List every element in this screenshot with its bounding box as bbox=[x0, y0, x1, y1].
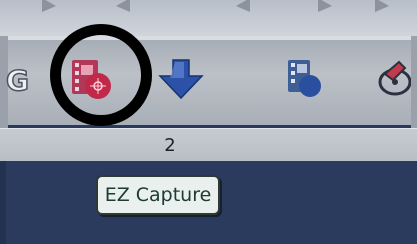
format-g-icon[interactable]: G bbox=[6, 60, 40, 100]
download-arrow-icon[interactable] bbox=[158, 58, 204, 100]
film-export-icon[interactable] bbox=[284, 56, 328, 100]
top-toolbar-strip bbox=[0, 0, 417, 36]
frame-right bbox=[411, 36, 417, 131]
svg-text:G: G bbox=[6, 64, 29, 97]
disc-burn-icon[interactable] bbox=[375, 56, 411, 100]
content-left-edge bbox=[0, 161, 6, 244]
tooltip-text: EZ Capture bbox=[104, 184, 212, 206]
page-indicator-bar bbox=[0, 128, 417, 162]
tooltip: EZ Capture bbox=[96, 175, 220, 215]
page-number: 2 bbox=[164, 135, 176, 156]
scroll-arrows-icon[interactable] bbox=[0, 0, 417, 14]
highlight-circle bbox=[50, 24, 152, 126]
